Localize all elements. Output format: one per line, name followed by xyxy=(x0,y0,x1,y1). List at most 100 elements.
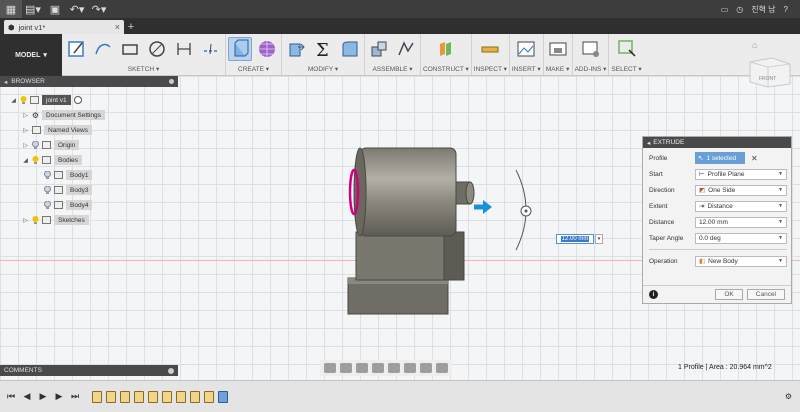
insert-menu[interactable]: INSERT ▾ xyxy=(512,65,541,73)
new-component-icon[interactable] xyxy=(367,37,391,61)
file-icon[interactable]: ▤▾ xyxy=(22,0,44,18)
look-at-icon[interactable] xyxy=(340,363,352,373)
collapse-icon[interactable]: ◂ xyxy=(647,139,650,147)
make-menu[interactable]: MAKE ▾ xyxy=(546,65,570,73)
workspace-switcher[interactable]: MODEL ▾ xyxy=(0,34,62,76)
create-menu[interactable]: CREATE ▾ xyxy=(238,65,269,73)
expand-right-icon[interactable]: ▷ xyxy=(22,142,29,149)
help-icon[interactable]: ? xyxy=(784,5,788,14)
add-comment-icon[interactable] xyxy=(168,367,174,374)
document-tab[interactable]: ⬢ joint v1* × xyxy=(4,20,124,34)
direction-select[interactable]: ◩ One Side ▼ xyxy=(695,184,787,196)
grid-settings-icon[interactable] xyxy=(420,363,432,373)
offset-plane-icon[interactable] xyxy=(434,37,458,61)
select-icon[interactable] xyxy=(615,37,639,61)
timeline-feature[interactable] xyxy=(162,390,172,403)
taper-angle-input[interactable]: 0.0 deg ▼ xyxy=(695,232,787,244)
app-grid-icon[interactable]: ▦ xyxy=(0,0,22,18)
expand-right-icon[interactable]: ▷ xyxy=(22,127,29,134)
timeline-feature[interactable] xyxy=(120,390,130,403)
model-canvas[interactable] xyxy=(340,140,540,320)
assemble-menu[interactable]: ASSEMBLE ▾ xyxy=(372,65,412,73)
tree-node-named-views[interactable]: ▷ Named Views xyxy=(22,124,92,136)
info-icon[interactable]: i xyxy=(649,290,658,299)
visibility-bulb-icon[interactable] xyxy=(44,186,51,194)
tree-node-bodies[interactable]: ◢ Bodies xyxy=(22,154,82,166)
step-forward-icon[interactable]: ▶ xyxy=(54,391,64,403)
viewcube[interactable]: FRONT xyxy=(742,54,794,88)
cancel-button[interactable]: Cancel xyxy=(746,289,785,300)
clock-icon[interactable]: ◷ xyxy=(736,5,743,14)
dimension-tool-icon[interactable] xyxy=(172,37,196,61)
timeline-feature[interactable] xyxy=(190,390,200,403)
clear-selection-icon[interactable]: ✕ xyxy=(751,154,758,163)
tree-node-document-settings[interactable]: ▷ ⚙ Document Settings xyxy=(22,109,105,121)
visibility-bulb-icon[interactable] xyxy=(44,171,51,179)
insert-image-icon[interactable] xyxy=(514,37,538,61)
inspect-menu[interactable]: INSPECT ▾ xyxy=(474,65,507,73)
tree-node-sketches[interactable]: ▷ Sketches xyxy=(22,214,89,226)
modify-menu[interactable]: MODIFY ▾ xyxy=(308,65,338,73)
timeline-feature[interactable] xyxy=(148,390,158,403)
circle-tool-icon[interactable] xyxy=(145,37,169,61)
create-form-icon[interactable] xyxy=(255,37,279,61)
gear-icon[interactable]: ⚙ xyxy=(785,392,792,401)
chevron-down-icon[interactable]: ▾ xyxy=(595,233,603,244)
save-icon[interactable]: ▣ xyxy=(44,0,66,18)
fit-icon[interactable] xyxy=(388,363,400,373)
extrude-dialog-header[interactable]: ◂ EXTRUDE xyxy=(643,137,791,148)
tree-node-body4[interactable]: Body4 xyxy=(44,199,93,211)
scripts-icon[interactable] xyxy=(579,37,603,61)
visibility-bulb-icon[interactable] xyxy=(32,216,39,224)
step-back-icon[interactable]: ◀ xyxy=(22,391,32,403)
visibility-bulb-icon[interactable] xyxy=(44,201,51,209)
rectangle-tool-icon[interactable] xyxy=(118,37,142,61)
go-to-end-icon[interactable]: ⏭ xyxy=(70,391,80,403)
distance-inline-field[interactable]: 12.00 mm xyxy=(556,233,594,244)
tree-node-body1[interactable]: Body1 xyxy=(44,169,93,181)
cylinder-body[interactable] xyxy=(359,147,457,237)
expand-down-icon[interactable]: ◢ xyxy=(10,97,17,104)
pin-icon[interactable] xyxy=(169,79,174,84)
expand-down-icon[interactable]: ◢ xyxy=(22,157,29,164)
ok-button[interactable]: OK xyxy=(715,289,743,300)
timeline-feature[interactable] xyxy=(176,390,186,403)
new-tab-button[interactable]: + xyxy=(124,20,138,34)
visibility-bulb-icon[interactable] xyxy=(32,141,39,149)
visibility-bulb-icon[interactable] xyxy=(20,96,27,104)
chat-icon[interactable]: ▭ xyxy=(721,5,729,14)
collapse-icon[interactable]: ◂ xyxy=(4,78,7,86)
user-name[interactable]: 진혁 남 xyxy=(751,4,775,15)
fillet-icon[interactable] xyxy=(338,37,362,61)
measure-icon[interactable] xyxy=(478,37,502,61)
redo-icon[interactable]: ↷▾ xyxy=(88,0,110,18)
timeline-feature-active[interactable] xyxy=(218,390,228,403)
3d-print-icon[interactable] xyxy=(546,37,570,61)
operation-select[interactable]: ◧ New Body ▼ xyxy=(695,255,787,267)
joint-icon[interactable] xyxy=(394,37,418,61)
activate-radio-icon[interactable] xyxy=(73,96,82,104)
distance-input[interactable]: 12.00 mm ▼ xyxy=(695,216,787,228)
sum-icon[interactable]: Σ xyxy=(311,37,335,61)
home-view-icon[interactable]: ⌂ xyxy=(752,40,757,50)
go-to-start-icon[interactable]: ⏮ xyxy=(6,391,16,403)
undo-icon[interactable]: ↶▾ xyxy=(66,0,88,18)
sketch-menu[interactable]: SKETCH ▾ xyxy=(128,65,159,73)
profile-selector[interactable]: ↖ 1 selected xyxy=(695,152,745,164)
tree-node-body3[interactable]: Body3 xyxy=(44,184,93,196)
visibility-bulb-icon[interactable] xyxy=(32,156,39,164)
timeline-feature[interactable] xyxy=(106,390,116,403)
middle-block[interactable] xyxy=(355,231,449,281)
extent-select[interactable]: ⇥ Distance ▼ xyxy=(695,200,787,212)
tree-node-root[interactable]: ◢ joint v1 xyxy=(10,94,82,106)
comments-panel-header[interactable]: COMMENTS xyxy=(0,365,178,376)
construction-line-icon[interactable] xyxy=(199,37,223,61)
close-tab-icon[interactable]: × xyxy=(115,22,120,32)
expand-right-icon[interactable]: ▷ xyxy=(22,217,29,224)
select-menu[interactable]: SELECT ▾ xyxy=(611,65,641,73)
zoom-icon[interactable] xyxy=(372,363,384,373)
timeline-feature[interactable] xyxy=(204,390,214,403)
display-settings-icon[interactable] xyxy=(404,363,416,373)
extrude-icon[interactable] xyxy=(228,37,252,61)
create-sketch-icon[interactable] xyxy=(64,37,88,61)
